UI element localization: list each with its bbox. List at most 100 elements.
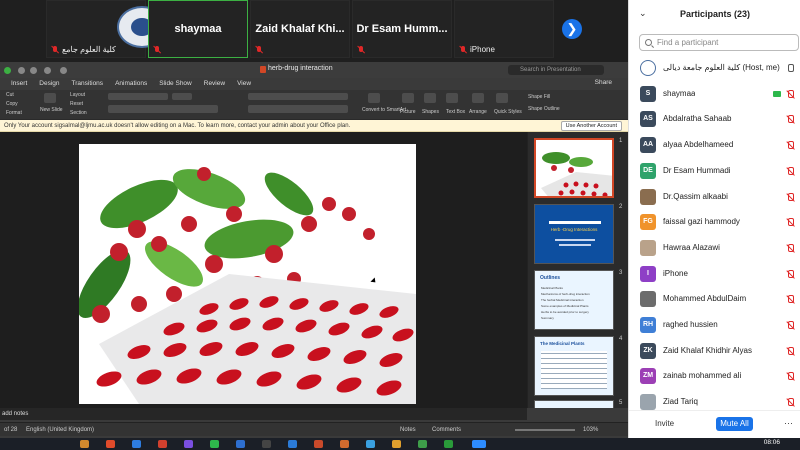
new-slide-button[interactable]: New Slide <box>40 107 63 113</box>
home-icon[interactable] <box>18 67 25 74</box>
app-icon[interactable] <box>184 440 193 448</box>
tab-insert[interactable]: Insert <box>6 78 32 90</box>
video-tile-iphone[interactable]: iPhone <box>454 0 554 58</box>
tab-view[interactable]: View <box>232 78 256 90</box>
language-indicator[interactable]: English (United Kingdom) <box>26 423 94 437</box>
video-tile-host[interactable]: كلية العلوم جامع <box>46 0 167 58</box>
participant-row[interactable]: FG faissal gazi hammody <box>629 210 800 236</box>
copy-button[interactable]: Copy <box>6 101 18 107</box>
participant-row[interactable]: Dr.Qassim alkaabi <box>629 185 800 211</box>
participant-row[interactable]: RH raghed hussien <box>629 313 800 339</box>
shapes-button[interactable]: Shapes <box>422 109 439 115</box>
tab-animations[interactable]: Animations <box>110 78 152 90</box>
mic-icon[interactable] <box>786 64 795 73</box>
arrange-button[interactable]: Arrange <box>469 109 487 115</box>
quick-styles-button[interactable]: Quick Styles <box>494 109 522 115</box>
alignment-controls[interactable] <box>248 105 348 113</box>
paragraph-controls[interactable] <box>248 93 348 100</box>
mic-muted-icon[interactable] <box>786 115 795 124</box>
app-icon[interactable] <box>418 440 427 448</box>
notes-pane[interactable]: add notes <box>0 408 527 420</box>
slide-thumbnail-4[interactable]: The Medicinal Plants <box>534 336 614 396</box>
format-painter-button[interactable]: Format <box>6 110 22 116</box>
app-icon[interactable] <box>366 440 375 448</box>
mic-muted-icon[interactable] <box>786 269 795 279</box>
participant-row[interactable]: ZM zainab mohammed ali <box>629 364 800 390</box>
shapes-icon[interactable] <box>424 93 436 103</box>
next-page-button[interactable]: ❯ <box>562 19 582 39</box>
smartart-icon[interactable] <box>368 93 380 103</box>
participant-row[interactable]: AS Abdalratha Sahaab <box>629 107 800 133</box>
slide-thumbnail-2[interactable]: Herb -Drug Interactions <box>534 204 614 264</box>
notes-button[interactable]: Notes <box>400 423 416 437</box>
slide-thumbnail-3[interactable]: Outlines Medicinal Plants Mechanisms of … <box>534 270 614 330</box>
app-icon[interactable] <box>340 440 349 448</box>
zoom-icon[interactable] <box>472 440 486 448</box>
cut-button[interactable]: Cut <box>6 92 14 98</box>
invite-button[interactable]: Invite <box>655 419 674 428</box>
video-tile-zaid[interactable]: Zaid Khalaf Khi... <box>250 0 350 58</box>
font-name-select[interactable] <box>108 93 168 100</box>
powerpoint-icon[interactable] <box>314 440 323 448</box>
mic-muted-icon[interactable] <box>786 141 795 150</box>
participant-row[interactable]: ZK Zaid Khalaf Khidhir Alyas <box>629 339 800 365</box>
redo-icon[interactable] <box>60 67 67 74</box>
shape-outline-button[interactable]: Shape Outline <box>528 106 560 112</box>
maximize-icon[interactable] <box>4 67 11 74</box>
save-icon[interactable] <box>30 67 37 74</box>
text-format-controls[interactable] <box>108 105 218 113</box>
new-slide-icon[interactable] <box>44 93 56 103</box>
participant-row[interactable]: Mohammed AbdulDaim <box>629 287 800 313</box>
participant-row[interactable]: Hawraa Alazawi <box>629 236 800 262</box>
participant-row[interactable]: Sshaymaa <box>629 82 800 108</box>
file-explorer-icon[interactable] <box>80 440 89 448</box>
whatsapp-icon[interactable] <box>210 440 219 448</box>
mic-muted-icon[interactable] <box>786 295 795 304</box>
font-size-select[interactable] <box>172 93 192 100</box>
text-box-button[interactable]: Text Box <box>446 109 465 115</box>
app-icon[interactable] <box>262 440 271 448</box>
section-button[interactable]: Section <box>70 110 87 116</box>
find-participant-input[interactable]: Find a participant <box>639 34 799 51</box>
use-another-account-button[interactable]: Use Another Account <box>560 121 622 131</box>
mic-muted-icon[interactable] <box>786 218 795 227</box>
undo-icon[interactable] <box>44 67 51 74</box>
tab-review[interactable]: Review <box>199 78 230 90</box>
app-icon[interactable] <box>132 440 141 448</box>
participant-row[interactable]: كلية العلوم جامعة ديالى (Host, me) <box>629 56 800 82</box>
mic-muted-icon[interactable] <box>786 346 795 356</box>
mic-muted-icon[interactable] <box>786 321 795 330</box>
app-icon[interactable] <box>158 440 167 448</box>
arrange-icon[interactable] <box>472 93 484 103</box>
participant-row[interactable]: AA alyaa Abdelhameed <box>629 133 800 159</box>
share-button[interactable]: Share <box>595 79 612 86</box>
chrome-icon[interactable] <box>106 440 115 448</box>
current-slide[interactable] <box>79 144 416 404</box>
app-icon[interactable] <box>392 440 401 448</box>
mute-all-button[interactable]: Mute All <box>716 417 753 431</box>
slide-thumbnail-1[interactable] <box>534 138 614 198</box>
app-icon[interactable] <box>236 440 245 448</box>
mic-muted-icon[interactable] <box>786 372 795 381</box>
video-on-icon[interactable] <box>773 90 781 97</box>
quick-styles-icon[interactable] <box>496 93 508 103</box>
shape-fill-button[interactable]: Shape Fill <box>528 94 550 100</box>
comments-button[interactable]: Comments <box>432 423 461 437</box>
video-tile-esam[interactable]: Dr Esam Humm... <box>352 0 452 58</box>
slide-thumbnail-5[interactable] <box>534 400 614 408</box>
zoom-slider[interactable] <box>515 429 575 431</box>
excel-icon[interactable] <box>444 440 453 448</box>
tab-slide-show[interactable]: Slide Show <box>154 78 197 90</box>
more-options-button[interactable]: ··· <box>784 418 793 428</box>
mic-muted-icon[interactable] <box>786 243 795 253</box>
layout-button[interactable]: Layout <box>70 92 85 98</box>
mic-muted-icon[interactable] <box>786 398 795 407</box>
picture-icon[interactable] <box>402 93 414 103</box>
mic-muted-icon[interactable] <box>786 166 795 176</box>
text-box-icon[interactable] <box>446 93 458 103</box>
tab-transitions[interactable]: Transitions <box>67 78 109 90</box>
video-tile-shaymaa[interactable]: shaymaa <box>148 0 248 58</box>
picture-button[interactable]: Picture <box>400 109 416 115</box>
word-icon[interactable] <box>288 440 297 448</box>
mic-muted-icon[interactable] <box>786 89 795 99</box>
